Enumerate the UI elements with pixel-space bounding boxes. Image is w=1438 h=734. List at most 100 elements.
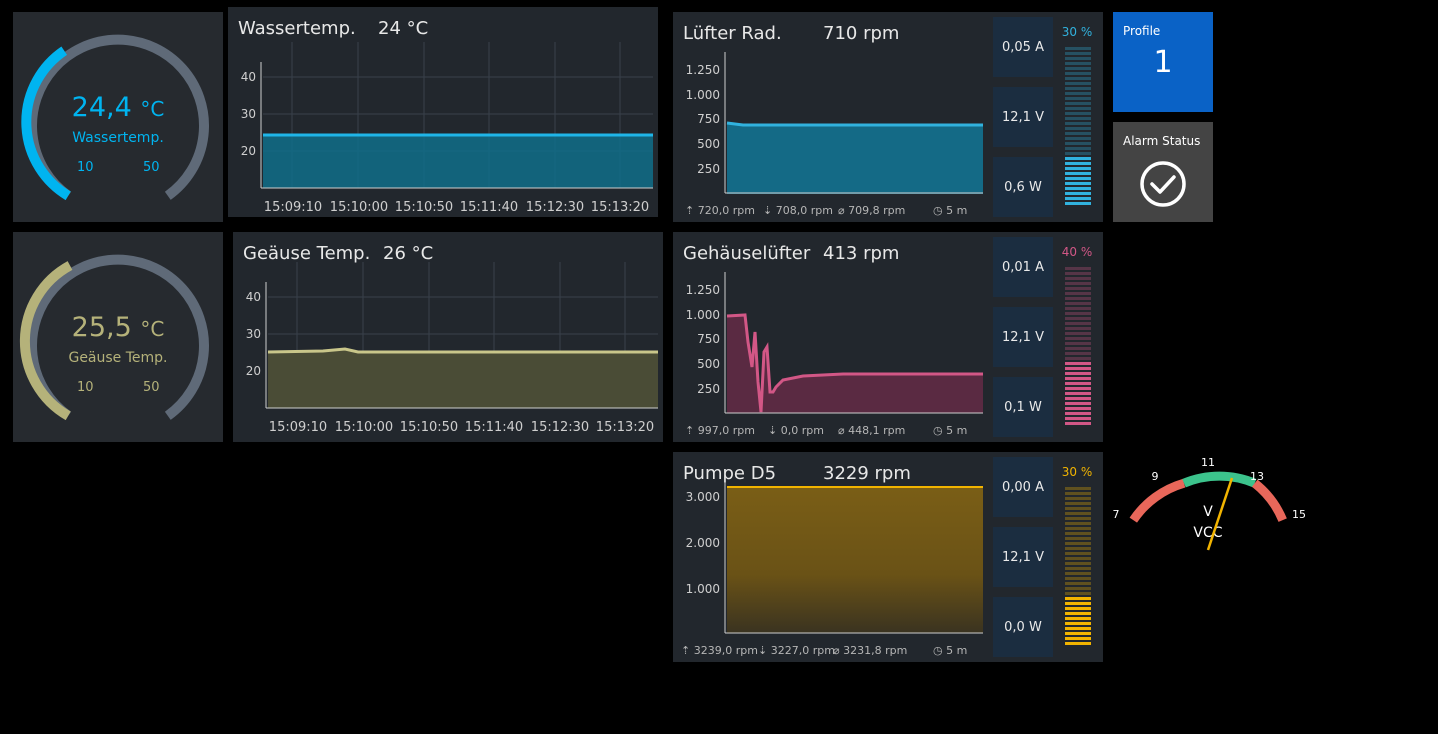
- level-segment: [1065, 367, 1091, 370]
- x-tick: 15:09:10: [269, 420, 327, 435]
- pump-tile: Pumpe D5 3229 rpm 3.000 2.000 1.000 ⇡ 32…: [673, 452, 1103, 662]
- profile-label: Profile: [1123, 24, 1161, 38]
- level-segment: [1065, 547, 1091, 550]
- level-segment: [1065, 127, 1091, 130]
- pump-chart: 3.000 2.000 1.000: [686, 482, 983, 634]
- fan-radiator-tile: Lüfter Rad. 710 rpm 1.250 1.000 750 500 …: [673, 12, 1103, 222]
- alarm-status-tile[interactable]: Alarm Status: [1113, 122, 1213, 222]
- level-segment: [1065, 267, 1091, 270]
- x-tick: 15:10:00: [335, 420, 393, 435]
- y-tick: 40: [246, 290, 261, 304]
- level-segment: [1065, 77, 1091, 80]
- water-temp-chart-tile: Wassertemp. 24 °C 40 30 20 15:09:10 15:1…: [228, 7, 658, 217]
- level-segment: [1065, 487, 1091, 490]
- case-temp-chart: 40 30 20 15:09:10 15:10:00 15:10:50 15:1…: [246, 262, 658, 435]
- level-segment: [1065, 132, 1091, 135]
- level-segment: [1065, 417, 1091, 420]
- max-stat: ⇡ 3239,0 rpm: [681, 644, 758, 657]
- level-segment: [1065, 512, 1091, 515]
- y-tick: 1.250: [686, 63, 720, 77]
- profile-tile[interactable]: Profile 1: [1113, 12, 1213, 112]
- level-segment: [1065, 387, 1091, 390]
- water-temp-gauge-tile: 24,4 °C Wassertemp. 10 50: [13, 12, 223, 222]
- level-segment: [1065, 322, 1091, 325]
- vcc-label: VCC: [1193, 525, 1222, 541]
- gauge-min: 10: [77, 380, 94, 395]
- vcc-tick: 15: [1292, 508, 1306, 521]
- level-segment: [1065, 632, 1091, 635]
- level-segment: [1065, 592, 1091, 595]
- level-segment: [1065, 637, 1091, 640]
- avg-stat: ⌀ 448,1 rpm: [838, 424, 906, 437]
- level-segment: [1065, 567, 1091, 570]
- y-tick: 2.000: [686, 536, 720, 550]
- level-segment: [1065, 347, 1091, 350]
- level-segment: [1065, 377, 1091, 380]
- min-stat: ⇣ 3227,0 rpm: [758, 644, 835, 657]
- case-fan-tile: Gehäuselüfter 413 rpm 1.250 1.000 750 50…: [673, 232, 1103, 442]
- level-segment: [1065, 557, 1091, 560]
- level-segment: [1065, 67, 1091, 70]
- level-segment: [1065, 397, 1091, 400]
- gauge-min: 10: [77, 160, 94, 175]
- level-segment: [1065, 317, 1091, 320]
- level-segment: [1065, 117, 1091, 120]
- x-tick: 15:13:20: [591, 200, 649, 215]
- level-segment: [1065, 612, 1091, 615]
- level-segment: [1065, 62, 1091, 65]
- avg-stat: ⌀ 709,8 rpm: [838, 204, 906, 217]
- case-temp-gauge-tile: 25,5 °C Geäuse Temp. 10 50: [13, 232, 223, 442]
- water-temp-chart: 40 30 20 15:09:10 15:10:00 15:10:50 15:1…: [241, 42, 653, 215]
- level-segment: [1065, 302, 1091, 305]
- x-tick: 15:10:50: [400, 420, 458, 435]
- level-segment: [1065, 287, 1091, 290]
- level-segment: [1065, 577, 1091, 580]
- level-segment: [1065, 332, 1091, 335]
- level-segment: [1065, 622, 1091, 625]
- y-tick: 250: [697, 162, 720, 176]
- level-segment: [1065, 137, 1091, 140]
- level-segment: [1065, 307, 1091, 310]
- level-segment: [1065, 497, 1091, 500]
- water-temp-label: Wassertemp.: [72, 130, 164, 146]
- level-segment: [1065, 532, 1091, 535]
- level-segment: [1065, 502, 1091, 505]
- case-fan-chart: 1.250 1.000 750 500 250: [686, 272, 983, 414]
- fan-percent: 30 %: [1061, 465, 1093, 479]
- fan-radiator-chart: 1.250 1.000 750 500 250: [686, 52, 983, 194]
- max-stat: ⇡ 720,0 rpm: [685, 204, 755, 217]
- level-segment: [1065, 182, 1091, 185]
- level-segment: [1065, 277, 1091, 280]
- current-stat: 0,05 A: [993, 17, 1053, 77]
- level-segment: [1065, 597, 1091, 600]
- y-tick: 3.000: [686, 490, 720, 504]
- level-segment: [1065, 87, 1091, 90]
- level-segment: [1065, 47, 1091, 50]
- level-segment: [1065, 192, 1091, 195]
- vcc-voltmeter: 7 9 11 13 15 V VCC: [1113, 456, 1306, 551]
- level-segment: [1065, 642, 1091, 645]
- level-segment: [1065, 147, 1091, 150]
- vcc-tick: 7: [1113, 508, 1120, 521]
- level-segment: [1065, 72, 1091, 75]
- level-segment: [1065, 52, 1091, 55]
- voltage-stat: 12,1 V: [993, 307, 1053, 367]
- level-segment: [1065, 202, 1091, 205]
- vcc-tick: 9: [1152, 470, 1159, 483]
- y-tick: 750: [697, 112, 720, 126]
- level-segment: [1065, 172, 1091, 175]
- x-tick: 15:12:30: [531, 420, 589, 435]
- case-temp-chart-tile: Geäuse Temp. 26 °C 40 30 20 15:09:10 15:…: [233, 232, 663, 442]
- level-segment: [1065, 572, 1091, 575]
- profile-value: 1: [1153, 45, 1173, 80]
- current-stat: 0,00 A: [993, 457, 1053, 517]
- level-segment: [1065, 587, 1091, 590]
- level-segment: [1065, 407, 1091, 410]
- level-segment: [1065, 167, 1091, 170]
- fan-percent: 40 %: [1061, 245, 1093, 259]
- level-segment: [1065, 607, 1091, 610]
- level-segment: [1065, 152, 1091, 155]
- fan-level-bar: [1065, 487, 1091, 647]
- time-stat: ◷ 5 m: [933, 424, 968, 437]
- fan-level-bar: [1065, 47, 1091, 207]
